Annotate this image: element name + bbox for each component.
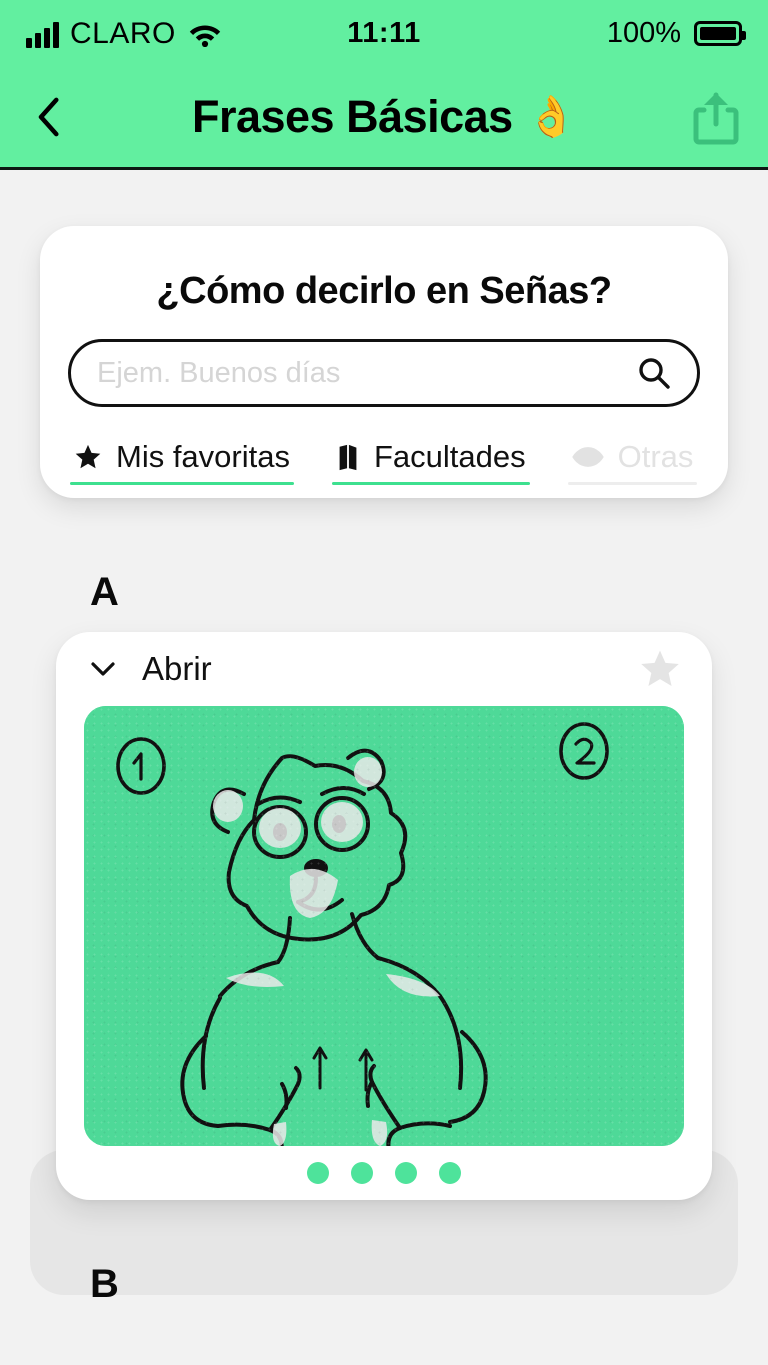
tab-otras[interactable]: Otras	[567, 439, 698, 485]
tab-mis-favoritas[interactable]: Mis favoritas	[70, 439, 294, 485]
app-screen: CLARO 11:11 100% Frases Básicas 👌 ¿Cómo …	[0, 0, 768, 1365]
chevron-down-icon[interactable]	[86, 652, 120, 686]
favorite-star-icon[interactable]	[638, 647, 682, 691]
phrase-card-header[interactable]: Abrir	[56, 632, 712, 706]
sign-illustration-carousel[interactable]	[84, 706, 684, 1146]
carousel-track[interactable]	[84, 706, 684, 1146]
search-heading: ¿Cómo decirlo en Señas?	[156, 270, 612, 312]
nav-bar: Frases Básicas 👌	[0, 66, 768, 170]
battery-percent-label: 100%	[606, 16, 681, 49]
search-input[interactable]	[97, 356, 637, 390]
status-bar-left: CLARO	[26, 17, 223, 50]
section-letter-b: B	[90, 1262, 119, 1306]
pagination-dot[interactable]	[395, 1162, 417, 1184]
filter-tabs: Mis favoritas Facultades Otras	[68, 439, 700, 485]
pagination-dot[interactable]	[439, 1162, 461, 1184]
status-bar-right: 100%	[606, 16, 746, 50]
tab-label: Otras	[617, 439, 694, 474]
wifi-icon	[187, 19, 223, 47]
tab-label: Mis favoritas	[116, 439, 290, 474]
map-icon	[336, 443, 360, 471]
tab-underline	[70, 482, 294, 485]
share-icon	[690, 89, 742, 145]
status-bar: CLARO 11:11 100%	[0, 0, 768, 66]
search-icon[interactable]	[637, 356, 671, 390]
carrier-label: CLARO	[70, 17, 176, 50]
page-title-text: Frases Básicas	[191, 90, 513, 142]
page-title: Frases Básicas 👌	[0, 91, 768, 143]
carousel-slide-1[interactable]	[84, 706, 684, 1146]
back-button[interactable]	[24, 91, 76, 143]
eye-icon	[571, 445, 604, 469]
carousel-pagination[interactable]	[56, 1162, 712, 1184]
search-box[interactable]	[68, 339, 700, 407]
phrase-title: Abrir	[142, 650, 212, 687]
tab-label: Facultades	[373, 439, 526, 474]
signal-bars-icon	[26, 20, 59, 48]
search-card: ¿Cómo decirlo en Señas? Mis favo	[40, 226, 728, 498]
pagination-dot[interactable]	[351, 1162, 373, 1184]
tab-facultades[interactable]: Facultades	[331, 439, 530, 485]
section-letter-a: A	[90, 570, 119, 614]
tab-underline	[567, 482, 698, 485]
battery-full-icon	[694, 20, 746, 46]
ok-hand-icon: 👌	[526, 95, 577, 139]
chevron-left-icon	[32, 95, 68, 139]
phrase-card-abrir[interactable]: Abrir	[56, 632, 712, 1200]
star-icon	[74, 443, 102, 471]
tab-underline	[331, 482, 530, 485]
paper-grain-texture	[84, 706, 684, 1146]
share-button[interactable]	[688, 89, 744, 145]
pagination-dot[interactable]	[307, 1162, 329, 1184]
